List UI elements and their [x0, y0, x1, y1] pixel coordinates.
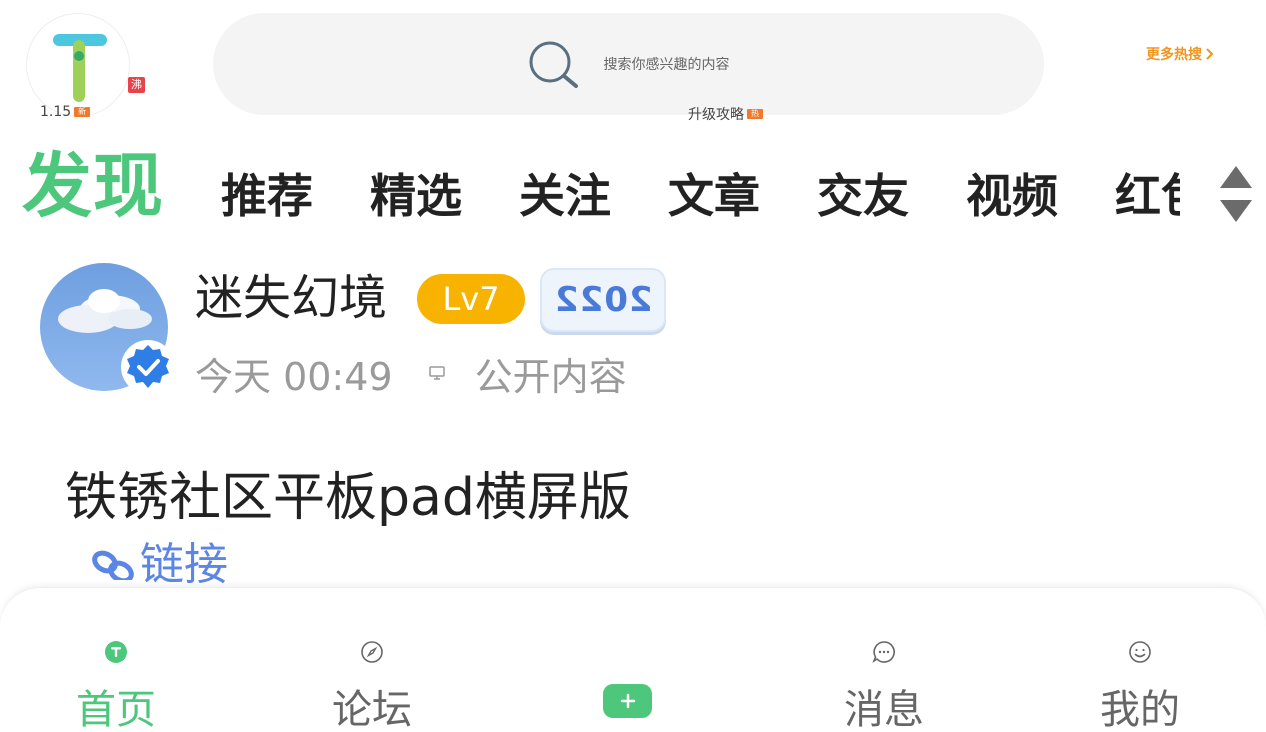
logo-caption: 1.15 新	[40, 104, 91, 120]
tab-videos[interactable]: 视频	[950, 160, 1099, 232]
link-label: 链接	[140, 539, 228, 584]
smiley-icon	[1129, 641, 1151, 663]
logo-caption-text: 1.15	[40, 104, 72, 120]
sort-arrows-icon	[1220, 166, 1252, 222]
nav-home[interactable]: 首页	[36, 588, 196, 732]
nav-messages[interactable]: 消息	[804, 588, 964, 732]
nav-forum[interactable]: 论坛	[292, 588, 452, 732]
more-hot-search-link[interactable]: 更多热搜	[1146, 44, 1214, 64]
nav-home-label: 首页	[76, 687, 156, 732]
device-icon	[428, 366, 445, 380]
chat-bubble-icon	[872, 641, 895, 664]
chevron-right-icon	[1206, 48, 1214, 60]
level-badge: Lv7	[417, 274, 525, 324]
more-hot-label: 更多热搜	[1146, 47, 1202, 63]
search-caption: 升级攻略 热	[688, 104, 763, 124]
category-tabs: 推荐精选关注文章交友视频红包	[205, 160, 1180, 232]
search-bar[interactable]: 搜索你感兴趣的内容	[213, 13, 1044, 115]
nav-forum-label: 论坛	[332, 687, 412, 732]
plus-icon	[620, 693, 635, 709]
search-icon	[529, 41, 578, 88]
tab-recommend[interactable]: 推荐	[205, 160, 354, 232]
tab-articles[interactable]: 文章	[652, 160, 801, 232]
logo-hot-badge: 沸	[128, 77, 145, 93]
app-logo[interactable]	[26, 13, 130, 117]
add-post-button[interactable]	[603, 684, 652, 718]
post-time: 今天 00:49	[195, 354, 393, 399]
tab-following[interactable]: 关注	[503, 160, 652, 232]
post-username[interactable]: 迷失幻境	[195, 268, 387, 328]
link-icon	[92, 550, 134, 580]
tab-friends[interactable]: 交友	[801, 160, 950, 232]
tab-scroll-control[interactable]	[1218, 166, 1254, 222]
home-t-icon	[105, 641, 127, 663]
search-caption-badge: 热	[747, 109, 763, 119]
post-visibility: 公开内容	[474, 354, 627, 399]
search-placeholder: 搜索你感兴趣的内容	[603, 57, 730, 73]
nav-mine[interactable]: 我的	[1060, 588, 1220, 732]
nav-messages-label: 消息	[844, 687, 924, 732]
t-logo-icon	[53, 34, 107, 102]
verified-badge	[121, 340, 175, 394]
year-badge-text: 2022	[553, 280, 653, 320]
verified-check-icon	[127, 345, 169, 388]
bottom-nav: 首页 论坛 消息 我的	[0, 587, 1266, 732]
section-title: 发现	[22, 145, 164, 227]
post-title[interactable]: 铁锈社区平板pad横屏版	[65, 466, 631, 530]
search-caption-text: 升级攻略	[688, 107, 744, 123]
tab-red-packet[interactable]: 红包	[1099, 160, 1180, 232]
year-badge: 2022	[540, 268, 666, 332]
logo-caption-badge: 新	[74, 107, 91, 117]
post-link[interactable]: 链接	[90, 536, 228, 584]
post-meta: 今天 00:49 公开内容	[195, 348, 627, 399]
compass-icon	[361, 641, 383, 663]
tab-featured[interactable]: 精选	[354, 160, 503, 232]
nav-mine-label: 我的	[1100, 687, 1180, 732]
